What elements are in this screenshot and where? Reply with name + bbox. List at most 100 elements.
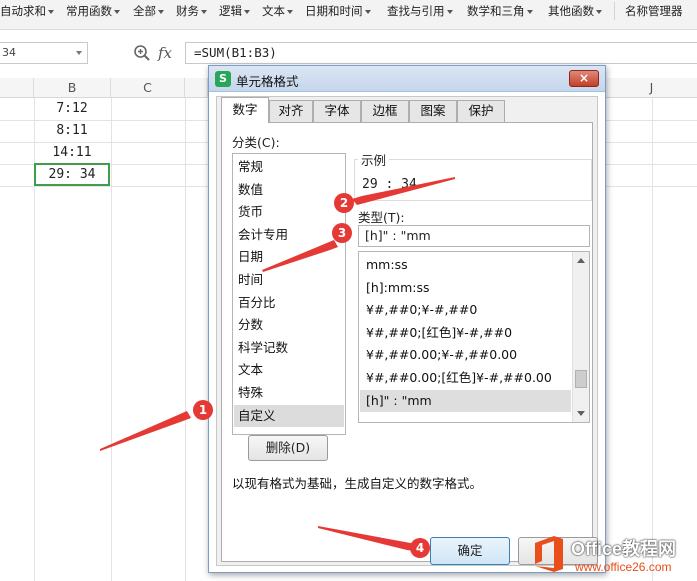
category-fraction[interactable]: 分数 — [234, 314, 344, 337]
chevron-down-icon — [287, 9, 293, 14]
ribbon-text[interactable]: 文本 — [262, 0, 293, 24]
type-option-selected[interactable]: [h]" : "mm — [360, 389, 571, 413]
gridline — [652, 98, 653, 581]
category-currency[interactable]: 货币 — [234, 201, 344, 224]
cell-b3[interactable]: 14:11 — [34, 142, 110, 164]
chevron-down-icon — [244, 9, 250, 14]
tab-alignment[interactable]: 对齐 — [269, 100, 313, 122]
category-list[interactable]: 常规 数值 货币 会计专用 日期 时间 百分比 分数 科学记数 文本 特殊 自定… — [232, 153, 346, 435]
name-box[interactable]: 34 — [0, 42, 88, 64]
column-header-a[interactable] — [0, 78, 34, 98]
description-text: 以现有格式为基础，生成自定义的数字格式。 — [232, 476, 483, 491]
ribbon-name-manager[interactable]: 名称管理器 — [625, 0, 683, 24]
ribbon-common-functions-label: 常用函数 — [66, 4, 112, 18]
dialog-body: 数字 对齐 字体 边框 图案 保护 分类(C): 常规 数值 货币 会计专用 日… — [216, 96, 598, 566]
category-date[interactable]: 日期 — [234, 246, 344, 269]
column-header-c[interactable]: C — [111, 78, 185, 98]
category-custom[interactable]: 自定义 — [234, 404, 344, 428]
chevron-down-icon — [526, 9, 533, 14]
scroll-down-icon[interactable] — [577, 411, 585, 416]
cell-b1[interactable]: 7:12 — [34, 98, 110, 120]
ribbon-other-functions[interactable]: 其他函数 — [548, 0, 602, 24]
annotation-badge-3: 3 — [332, 223, 352, 243]
tab-font[interactable]: 字体 — [313, 100, 361, 122]
type-input[interactable]: [h]" : "mm — [358, 225, 590, 247]
category-percentage[interactable]: 百分比 — [234, 292, 344, 315]
scroll-thumb[interactable] — [575, 370, 587, 388]
chevron-down-icon — [446, 9, 453, 14]
watermark-title: Office教程网 — [571, 539, 677, 559]
watermark-site: www.office26.com — [575, 560, 672, 574]
column-header-j[interactable]: J — [606, 78, 697, 98]
category-accounting[interactable]: 会计专用 — [234, 224, 344, 247]
type-option[interactable]: ¥#,##0;[红色]¥-#,##0 — [360, 322, 571, 345]
dialog-title: 单元格格式 — [236, 74, 299, 89]
dialog-titlebar[interactable]: S 单元格格式 × — [209, 66, 605, 92]
cell-b2[interactable]: 8:11 — [34, 120, 110, 142]
chevron-down-icon — [48, 9, 54, 14]
ribbon-finance[interactable]: 财务 — [176, 0, 207, 24]
ribbon-logic[interactable]: 逻辑 — [219, 0, 250, 24]
tab-protection[interactable]: 保护 — [457, 100, 505, 122]
sample-label: 示例 — [358, 150, 390, 169]
type-option[interactable]: ¥#,##0;¥-#,##0 — [360, 299, 571, 322]
function-ribbon: 自动求和 常用函数 全部 财务 逻辑 文本 日期和时间 查找与引用 数学和三角 … — [0, 0, 697, 30]
type-option[interactable]: [h]:mm:ss — [360, 277, 571, 300]
ribbon-lookup[interactable]: 查找与引用 — [387, 0, 453, 24]
tab-border[interactable]: 边框 — [361, 100, 409, 122]
annotation-arrow-1 — [100, 411, 191, 451]
type-list-scrollbar[interactable] — [572, 252, 589, 422]
annotation-badge-2: 2 — [334, 193, 354, 213]
category-scientific[interactable]: 科学记数 — [234, 337, 344, 360]
ribbon-logic-label: 逻辑 — [219, 4, 242, 18]
type-option[interactable]: mm:ss — [360, 254, 571, 277]
ribbon-autosum[interactable]: 自动求和 — [0, 0, 54, 24]
gridline — [185, 98, 186, 581]
category-label: 分类(C): — [232, 135, 280, 150]
ribbon-lookup-label: 查找与引用 — [387, 4, 445, 18]
column-header-d[interactable] — [185, 78, 208, 98]
ribbon-text-label: 文本 — [262, 4, 285, 18]
category-special[interactable]: 特殊 — [234, 382, 344, 405]
category-number[interactable]: 数值 — [234, 179, 344, 202]
chevron-down-icon — [158, 9, 164, 14]
formula-input[interactable]: =SUM(B1:B3) — [185, 42, 697, 64]
ribbon-date-time[interactable]: 日期和时间 — [305, 0, 371, 24]
column-header-b[interactable]: B — [34, 78, 111, 98]
zoom-icon[interactable] — [133, 44, 151, 62]
category-text[interactable]: 文本 — [234, 359, 344, 382]
ribbon-common-functions[interactable]: 常用函数 — [66, 0, 120, 24]
ribbon-math[interactable]: 数学和三角 — [467, 0, 533, 24]
gridline — [111, 98, 112, 581]
type-option[interactable]: ¥#,##0.00;[红色]¥-#,##0.00 — [360, 367, 571, 390]
ribbon-divider — [614, 2, 615, 20]
ribbon-name-manager-label: 名称管理器 — [625, 4, 683, 18]
cell-b4-selected[interactable]: 29: 34 — [34, 163, 110, 186]
tab-pattern[interactable]: 图案 — [409, 100, 457, 122]
category-general[interactable]: 常规 — [234, 156, 344, 179]
ribbon-finance-label: 财务 — [176, 4, 199, 18]
ok-button[interactable]: 确定 — [430, 537, 510, 565]
chevron-down-icon — [596, 9, 602, 14]
tab-number[interactable]: 数字 — [221, 97, 269, 123]
ribbon-date-time-label: 日期和时间 — [305, 4, 363, 18]
annotation-badge-1: 1 — [193, 400, 213, 420]
wps-sheet-icon: S — [215, 71, 231, 87]
ribbon-all-label: 全部 — [133, 4, 156, 18]
scroll-up-icon[interactable] — [577, 258, 585, 263]
delete-button[interactable]: 删除(D) — [248, 435, 328, 461]
chevron-down-icon — [201, 9, 207, 14]
type-list[interactable]: mm:ss [h]:mm:ss ¥#,##0;¥-#,##0 ¥#,##0;[红… — [358, 251, 590, 423]
ribbon-autosum-label: 自动求和 — [0, 4, 46, 18]
office-logo-icon — [535, 536, 563, 572]
chevron-down-icon — [114, 9, 120, 14]
category-time[interactable]: 时间 — [234, 269, 344, 292]
fx-icon[interactable]: fx — [158, 44, 172, 62]
close-icon[interactable]: × — [569, 70, 599, 87]
ribbon-math-label: 数学和三角 — [467, 4, 525, 18]
sample-value: 29 : 34 — [362, 177, 417, 192]
type-option[interactable]: ¥#,##0.00;¥-#,##0.00 — [360, 344, 571, 367]
ribbon-other-functions-label: 其他函数 — [548, 4, 594, 18]
ribbon-all[interactable]: 全部 — [133, 0, 164, 24]
chevron-down-icon[interactable] — [76, 51, 82, 55]
